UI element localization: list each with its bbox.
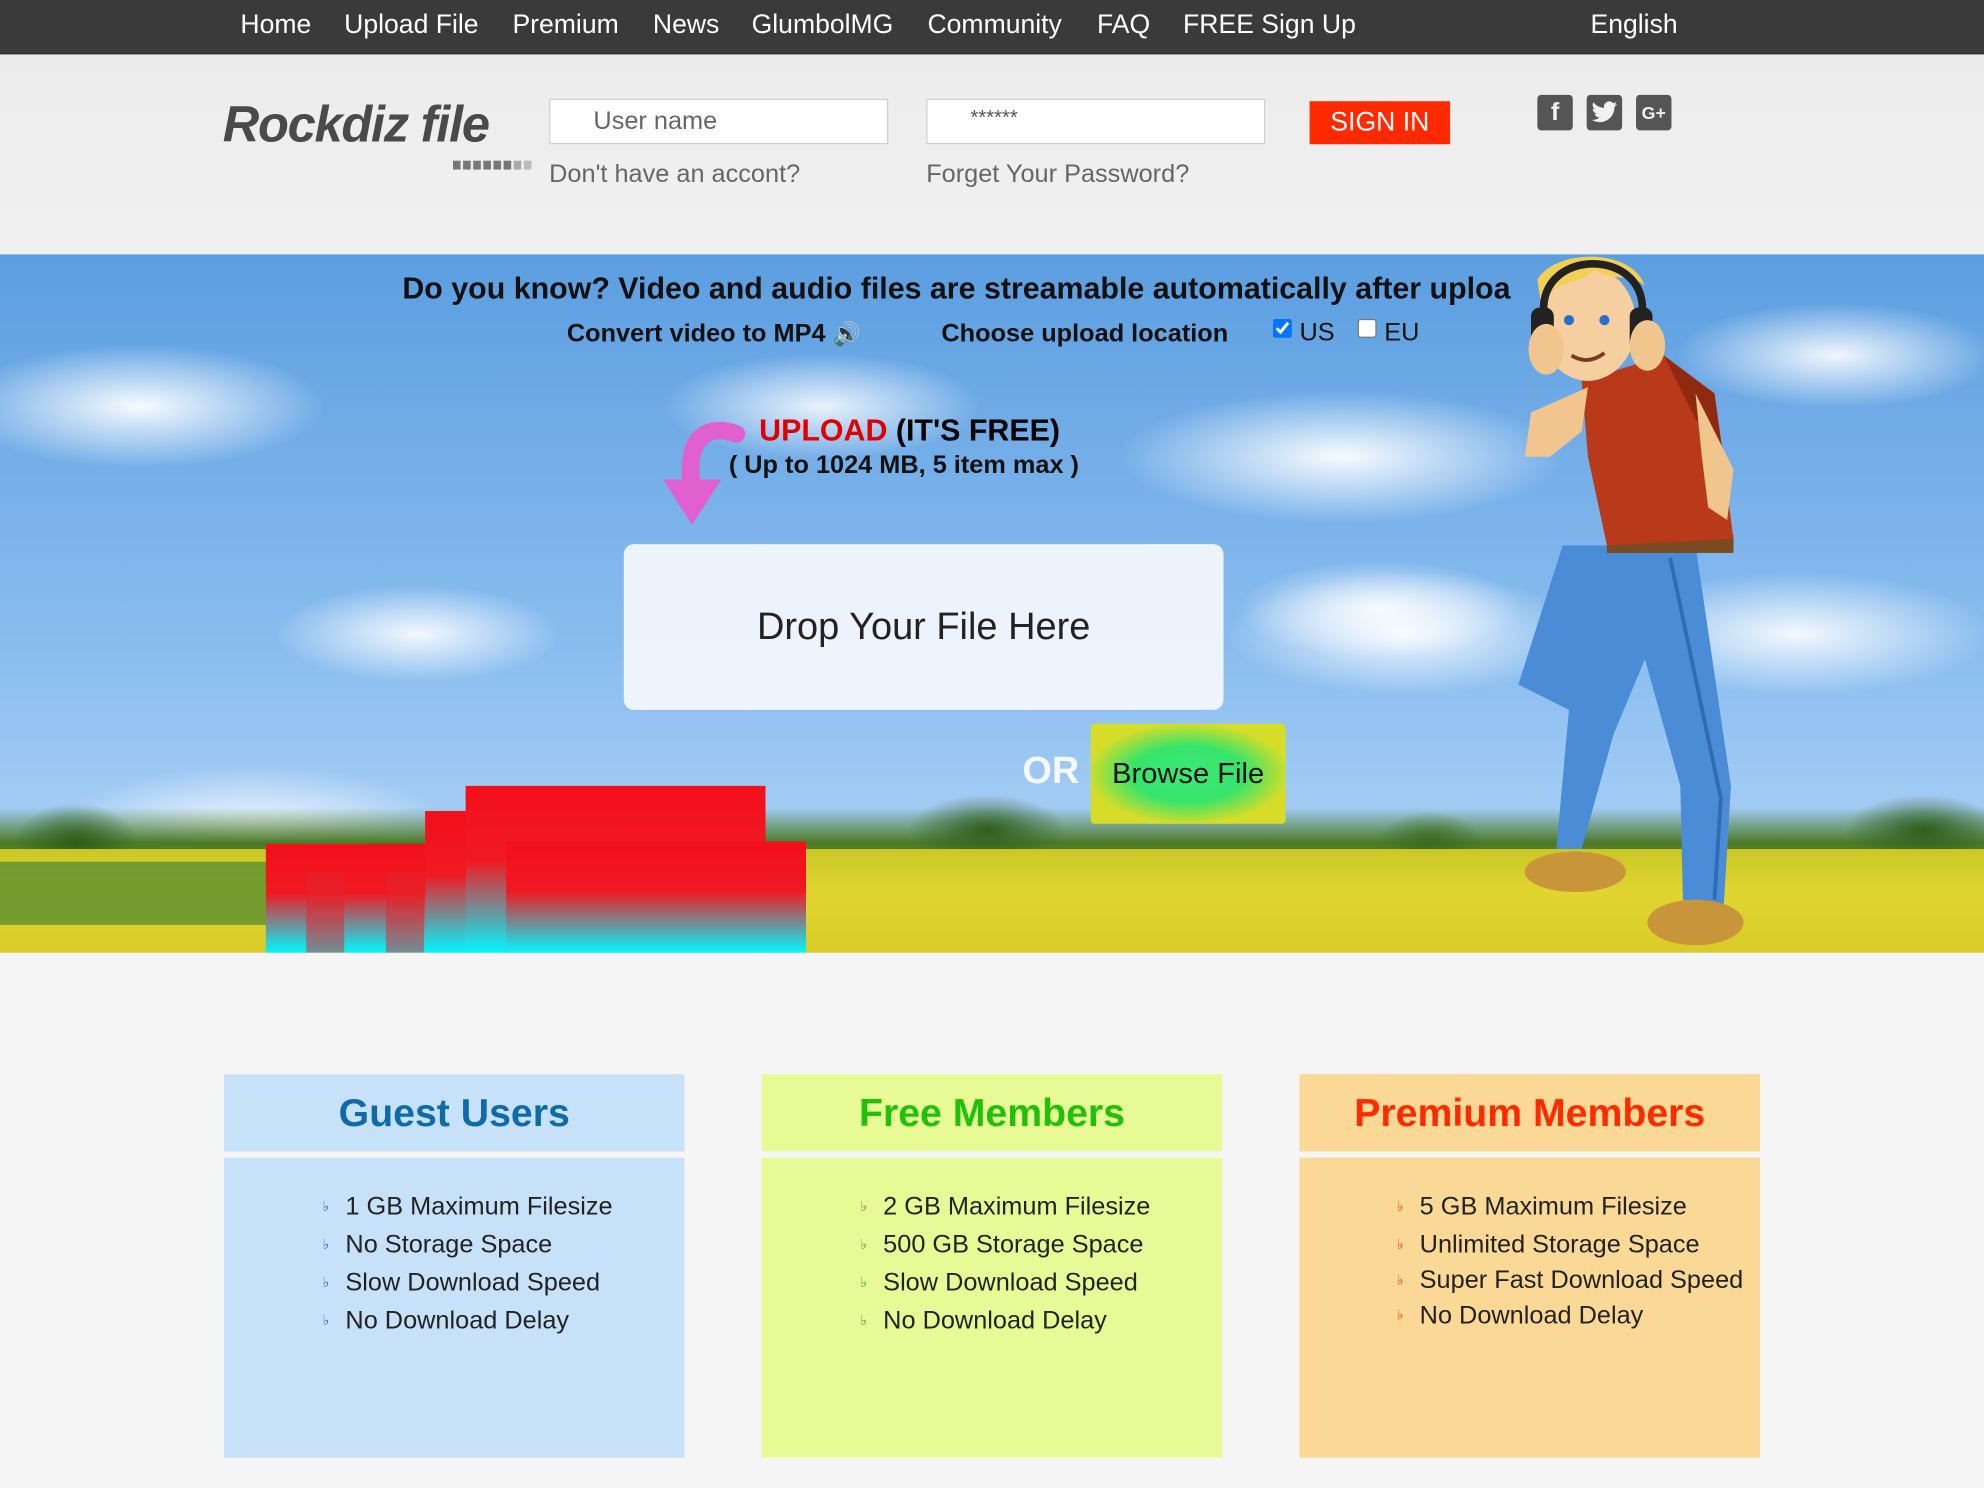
plan-feature: ♭ 500 GB Storage Space (860, 1226, 1210, 1264)
plan-card-guest: Guest Users ♭ 1 GB Maximum Filesize ♭ No S… (223, 1074, 685, 1458)
location-option-eu[interactable]: EU (1357, 318, 1420, 348)
plan-card-free: Free Members ♭ 2 GB Maximum Filesize ♭ 500… (761, 1074, 1223, 1458)
upload-limits: ( Up to 1024 MB, 5 item max ) (728, 451, 1079, 480)
upload-location-label: Choose upload location (941, 320, 1229, 348)
sign-in-button[interactable]: SIGN IN (1309, 101, 1451, 145)
bullet-icon: ♭ (1396, 1199, 1404, 1215)
plan-features: ♭ 1 GB Maximum Filesize ♭ No Storage Space… (223, 1157, 685, 1458)
upload-title: UPLOAD (IT'S FREE) (759, 414, 1060, 449)
plan-feature: ♭ Slow Download Speed (322, 1264, 672, 1302)
bullet-icon: ♭ (1396, 1237, 1404, 1253)
plan-feature: ♭ No Storage Space (322, 1226, 672, 1264)
top-nav: Home Upload File Premium News GlumbolMG … (0, 0, 1984, 55)
plan-feature: ♭ 1 GB Maximum Filesize (322, 1188, 672, 1226)
nav-item-glumbolmg[interactable]: GlumbolMG (752, 10, 894, 40)
bullet-icon: ♭ (860, 1237, 867, 1253)
bullet-icon: ♭ (322, 1199, 330, 1215)
convert-video-option[interactable]: Convert video to MP4 🔊 (567, 320, 861, 349)
nav-item-faq[interactable]: FAQ (1097, 10, 1150, 40)
plan-card-premium: Premium Members ♭ 5 GB Maximum Filesize ♭… (1299, 1074, 1761, 1458)
nav-item-home[interactable]: Home (240, 10, 311, 40)
plan-feature: ♭ 2 GB Maximum Filesize (860, 1188, 1210, 1226)
plan-title: Guest Users (223, 1074, 685, 1152)
location-option-us[interactable]: US (1272, 318, 1335, 348)
hero-banner: Do you know? Video and audio files are s… (0, 254, 1984, 953)
plan-feature: ♭ No Download Delay (1389, 1297, 1747, 1335)
no-account-link[interactable]: Don't have an accont? (549, 161, 800, 190)
nav-item-community[interactable]: Community (927, 10, 1061, 40)
twitter-icon[interactable] (1586, 94, 1623, 131)
bullet-icon: ♭ (322, 1313, 330, 1329)
password-input[interactable] (927, 99, 1265, 143)
header: Rockdiz file Don't have an accont? Forge… (0, 54, 1984, 255)
plan-feature: ♭ No Download Delay (322, 1302, 672, 1340)
username-input[interactable] (550, 99, 887, 143)
cartoon-character-illustration (1518, 256, 1744, 946)
location-us-checkbox[interactable] (1272, 318, 1292, 338)
upload-word: UPLOAD (759, 413, 888, 448)
convert-label: Convert video to MP4 (566, 320, 826, 348)
nav-item-upload-file[interactable]: Upload File (344, 10, 478, 40)
plan-title: Premium Members (1299, 1074, 1761, 1152)
location-us-label: US (1299, 318, 1335, 347)
did-you-know-text: Do you know? Video and audio files are s… (402, 272, 1511, 307)
plan-feature: ♭ 5 GB Maximum Filesize (1389, 1188, 1747, 1226)
nav-item-free-sign-up[interactable]: FREE Sign Up (1183, 10, 1356, 40)
bullet-icon: ♭ (322, 1275, 330, 1291)
plan-feature: ♭ No Download Delay (860, 1302, 1210, 1340)
location-eu-label: EU (1384, 318, 1420, 347)
bullet-icon: ♭ (1396, 1308, 1404, 1324)
nav-item-news[interactable]: News (653, 10, 719, 40)
plan-feature: ♭ Slow Download Speed (860, 1264, 1210, 1302)
language-selector[interactable]: English (1590, 10, 1677, 40)
password-field (926, 98, 1266, 145)
bullet-icon: ♭ (860, 1199, 867, 1215)
plan-feature: ♭ Unlimited Storage Space (1389, 1226, 1747, 1264)
upload-free-text: (IT'S FREE) (895, 413, 1060, 448)
speaker-icon: 🔊 (832, 321, 862, 347)
file-dropzone[interactable]: Drop Your File Here (623, 544, 1224, 710)
logo-text: Rockdiz file (222, 97, 490, 154)
browse-file-button[interactable]: Browse File (1090, 723, 1286, 824)
plan-feature: ♭ Super Fast Download Speed (1389, 1264, 1747, 1297)
username-field (549, 98, 889, 145)
plan-title: Free Members (761, 1074, 1223, 1152)
forgot-password-link[interactable]: Forget Your Password? (926, 161, 1189, 190)
or-separator: OR (1022, 750, 1080, 793)
plan-features: ♭ 5 GB Maximum Filesize ♭ Unlimited Storag… (1299, 1157, 1761, 1458)
bullet-icon: ♭ (1396, 1272, 1404, 1289)
google-plus-icon[interactable]: G+ (1636, 94, 1672, 131)
nav-item-premium[interactable]: Premium (512, 10, 618, 40)
plan-features: ♭ 2 GB Maximum Filesize ♭ 500 GB Storage S… (761, 1157, 1223, 1458)
site-logo[interactable]: Rockdiz file (223, 97, 539, 173)
facebook-icon[interactable]: f (1537, 94, 1573, 131)
decorative-blocks-graphic (265, 785, 806, 953)
location-eu-checkbox[interactable] (1357, 318, 1377, 338)
bullet-icon: ♭ (860, 1275, 867, 1291)
logo-bars-icon (452, 153, 534, 176)
bullet-icon: ♭ (322, 1237, 330, 1253)
bullet-icon: ♭ (860, 1313, 867, 1329)
